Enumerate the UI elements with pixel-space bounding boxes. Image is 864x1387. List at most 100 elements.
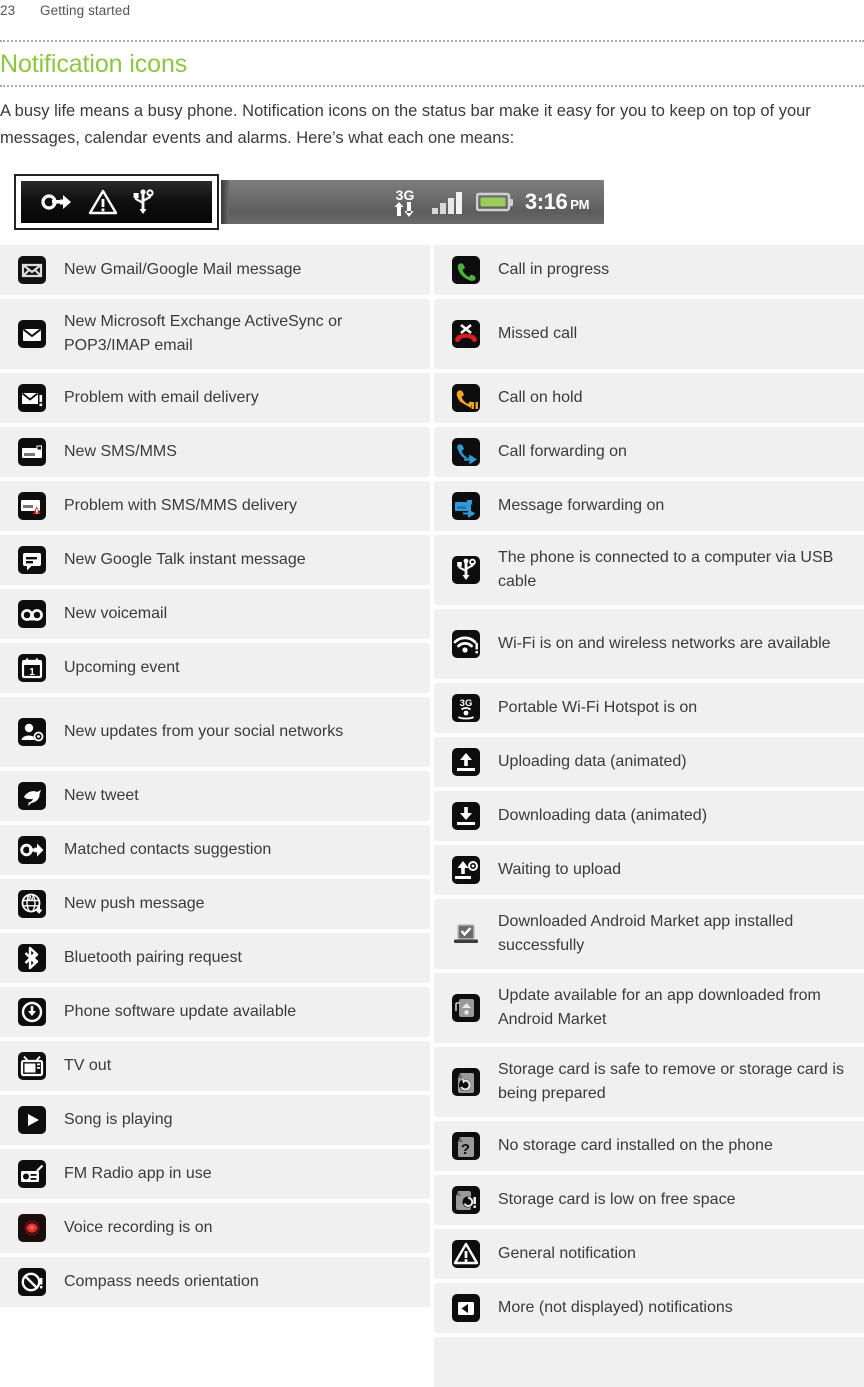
- row-label: Downloading data (animated): [498, 807, 708, 824]
- matched-contacts-icon: [18, 836, 46, 864]
- row-icon-cell: [442, 1185, 490, 1215]
- row-icon-cell: [442, 437, 490, 467]
- general-notification-icon: [452, 1240, 480, 1268]
- software-update-icon: [18, 998, 46, 1026]
- fm-radio-icon: [18, 1160, 46, 1188]
- row-label: Upcoming event: [64, 659, 180, 676]
- table-row: Call on hold: [434, 373, 864, 423]
- table-row: Call forwarding on: [434, 427, 864, 477]
- row-label: Problem with SMS/MMS delivery: [64, 497, 297, 514]
- table-row-empty: [434, 1337, 864, 1387]
- intro-paragraph: A busy life means a busy phone. Notifica…: [0, 102, 811, 147]
- row-icon-cell: [442, 1067, 490, 1097]
- row-icon-cell: [8, 255, 56, 285]
- gmail-icon: [18, 256, 46, 284]
- upload-icon: [452, 748, 480, 776]
- row-icon-cell: [442, 855, 490, 885]
- more-notifications-icon: [452, 1294, 480, 1322]
- signal-strength-icon: [431, 192, 462, 214]
- row-icon-cell: [442, 383, 490, 413]
- row-label: New push message: [64, 895, 205, 912]
- calendar-event-icon: 1: [18, 654, 46, 682]
- table-row: General notification: [434, 1229, 864, 1279]
- row-icon-cell: [8, 1213, 56, 1243]
- table-row: Phone software update available: [0, 987, 430, 1037]
- row-label: The phone is connected to a computer via…: [498, 549, 834, 590]
- row-label: New voicemail: [64, 605, 168, 622]
- row-label: Message forwarding on: [498, 497, 665, 514]
- social-updates-icon: [18, 718, 46, 746]
- table-row: FM Radio app in use: [0, 1149, 430, 1199]
- matched-contacts-icon: [41, 194, 71, 210]
- svg-text:W: W: [27, 896, 34, 903]
- row-icon-cell: [442, 801, 490, 831]
- no-storage-card-icon: ?: [452, 1132, 480, 1160]
- status-bar-time: 3:16 PM: [524, 189, 590, 214]
- notification-icon-table: New Gmail/Google Mail message New Microso…: [0, 245, 864, 1387]
- table-row: Downloaded Android Market app installed …: [434, 899, 864, 969]
- row-icon-cell: [442, 919, 490, 949]
- row-icon-cell: [8, 1159, 56, 1189]
- row-icon-cell: [8, 835, 56, 865]
- email-problem-icon: [18, 384, 46, 412]
- app-update-icon: [452, 994, 480, 1022]
- general-notification-icon: [88, 189, 118, 215]
- sms-problem-icon: [18, 492, 46, 520]
- row-label: Phone software update available: [64, 1003, 297, 1020]
- row-icon-cell: [442, 491, 490, 521]
- row-icon-cell: [442, 319, 490, 349]
- table-row: Storage card is safe to remove or storag…: [434, 1047, 864, 1117]
- wifi-available-icon: [452, 630, 480, 658]
- row-icon-cell: 3G: [442, 693, 490, 723]
- row-icon-cell: [8, 717, 56, 747]
- section-heading-block: Notification icons: [0, 40, 864, 87]
- page-title: Notification icons: [0, 50, 188, 78]
- twitter-icon: [18, 782, 46, 810]
- row-icon-cell: W: [8, 889, 56, 919]
- row-label: Call on hold: [498, 389, 583, 406]
- row-label: Uploading data (animated): [498, 753, 687, 770]
- page-number: 23: [0, 3, 16, 18]
- message-forwarding-icon: [452, 492, 480, 520]
- status-bar-figure: 3G 3:16 PM: [14, 174, 604, 230]
- storage-low-icon: [452, 1186, 480, 1214]
- google-talk-icon: [18, 546, 46, 574]
- email-icon: [18, 320, 46, 348]
- row-icon-cell: [8, 545, 56, 575]
- table-row: Uploading data (animated): [434, 737, 864, 787]
- row-icon-cell: [442, 1293, 490, 1323]
- notification-area-callout: [14, 174, 219, 230]
- row-label: Missed call: [498, 325, 578, 342]
- status-bar-strip: 3G 3:16 PM: [227, 180, 604, 224]
- row-icon-cell: [442, 1239, 490, 1269]
- status-bar-edge: [221, 180, 229, 224]
- table-row: Message forwarding on: [434, 481, 864, 531]
- table-row: 1 Upcoming event: [0, 643, 430, 693]
- row-icon-cell: [442, 629, 490, 659]
- svg-text:?: ?: [461, 1141, 470, 1158]
- row-label: No storage card installed on the phone: [498, 1137, 773, 1154]
- row-label: Wi-Fi is on and wireless networks are av…: [498, 635, 831, 652]
- svg-text:1: 1: [29, 667, 35, 678]
- row-label: Waiting to upload: [498, 861, 622, 878]
- table-row: Waiting to upload: [434, 845, 864, 895]
- table-row: W New push message: [0, 879, 430, 929]
- table-row: Matched contacts suggestion: [0, 825, 430, 875]
- table-row: Voice recording is on: [0, 1203, 430, 1253]
- row-icon-cell: [442, 555, 490, 585]
- tv-out-icon: [18, 1052, 46, 1080]
- music-play-icon: [18, 1106, 46, 1134]
- table-row: New Gmail/Google Mail message: [0, 245, 430, 295]
- table-row: New updates from your social networks: [0, 697, 430, 767]
- row-label: Downloaded Android Market app installed …: [498, 913, 794, 954]
- table-row: Compass needs orientation: [0, 1257, 430, 1307]
- table-row: Problem with email delivery: [0, 373, 430, 423]
- voicemail-icon: [18, 600, 46, 628]
- storage-safe-remove-icon: [452, 1068, 480, 1096]
- row-icon-cell: [8, 383, 56, 413]
- row-icon-cell: [8, 319, 56, 349]
- table-row: New tweet: [0, 771, 430, 821]
- row-icon-cell: [8, 491, 56, 521]
- table-row: ? No storage card installed on the phone: [434, 1121, 864, 1171]
- call-in-progress-icon: [452, 256, 480, 284]
